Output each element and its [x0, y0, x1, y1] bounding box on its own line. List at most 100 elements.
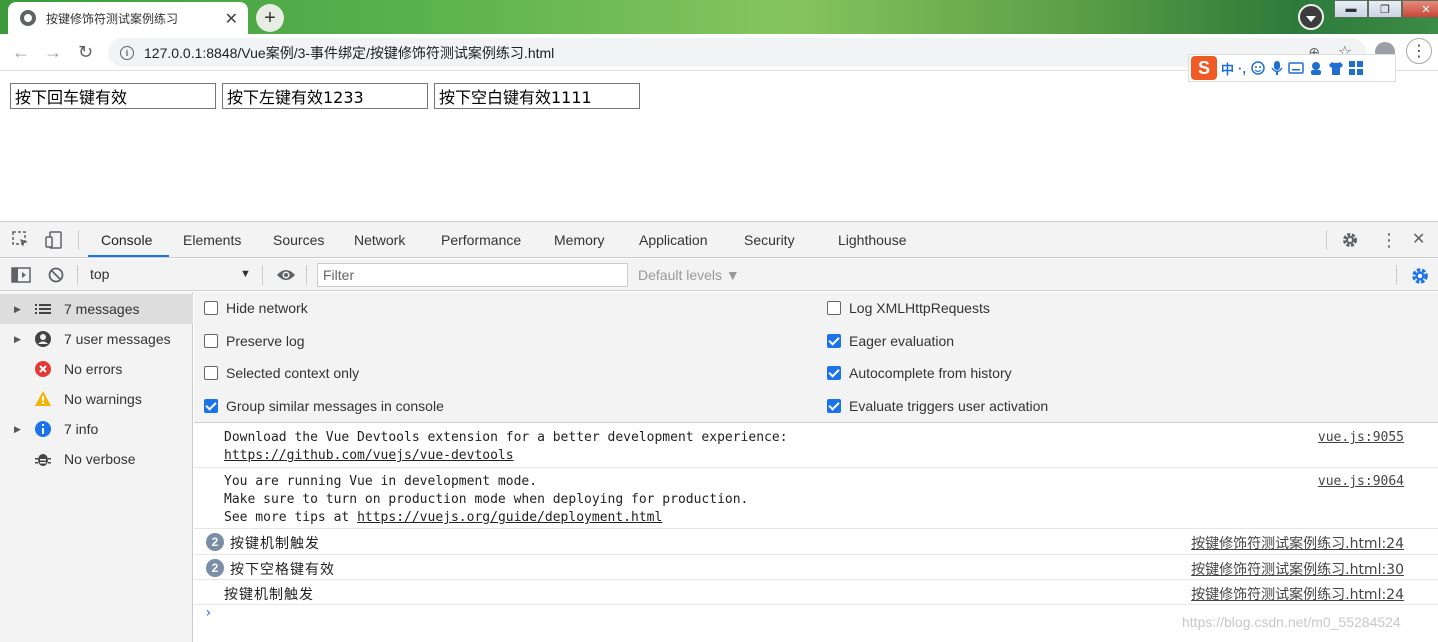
- tab-search-icon[interactable]: [1298, 4, 1324, 30]
- checkbox-box[interactable]: [827, 399, 841, 413]
- eager-evaluation-checkbox[interactable]: Eager evaluation: [827, 333, 954, 349]
- keyboard-icon[interactable]: [1288, 61, 1304, 75]
- evaluate-triggers-checkbox[interactable]: Evaluate triggers user activation: [827, 398, 1048, 414]
- expand-arrow-icon[interactable]: ▶: [14, 304, 21, 315]
- page-content: [0, 72, 1438, 220]
- watermark: https://blog.csdn.net/m0_55284524: [1182, 614, 1401, 630]
- clear-console-icon[interactable]: [48, 267, 64, 283]
- source-link[interactable]: 按键修饰符测试案例练习.html:24: [1191, 533, 1404, 553]
- context-selector[interactable]: top: [90, 266, 109, 282]
- sidebar-item-errors[interactable]: No errors: [0, 354, 193, 384]
- message-link[interactable]: https://vuejs.org/guide/deployment.html: [357, 510, 662, 525]
- checkbox-box[interactable]: [204, 366, 218, 380]
- group-similar-checkbox[interactable]: Group similar messages in console: [204, 398, 444, 414]
- expand-arrow-icon[interactable]: ▶: [14, 334, 21, 345]
- tab-performance[interactable]: Performance: [441, 232, 521, 248]
- minimize-button[interactable]: ▬: [1334, 0, 1368, 18]
- console-prompt[interactable]: ›: [204, 605, 212, 621]
- console-message: You are running Vue in development mode.…: [194, 468, 1438, 529]
- omnibox[interactable]: i 127.0.0.1:8848/Vue案例/3-事件绑定/按键修饰符测试案例练…: [108, 38, 1366, 67]
- live-expression-eye-icon[interactable]: [276, 268, 296, 282]
- browser-menu-icon[interactable]: ⋮: [1406, 38, 1432, 64]
- tab-network[interactable]: Network: [354, 232, 405, 248]
- expand-arrow-icon[interactable]: ▶: [14, 424, 21, 435]
- checkbox-label: Log XMLHttpRequests: [849, 300, 990, 316]
- reload-icon[interactable]: ↻: [78, 42, 93, 63]
- message-text: Make sure to turn on production mode whe…: [224, 492, 749, 507]
- enter-key-input[interactable]: [10, 83, 216, 109]
- checkbox-box[interactable]: [827, 301, 841, 315]
- checkbox-box[interactable]: [827, 334, 841, 348]
- checkbox-label: Selected context only: [226, 365, 360, 381]
- message-text: 按下空格键有效: [230, 562, 335, 578]
- ime-toolbar[interactable]: S 中 ·,: [1188, 54, 1396, 82]
- grid-apps-icon[interactable]: [1348, 60, 1364, 76]
- space-key-input[interactable]: [434, 83, 640, 109]
- console-message: 按键机制触发 按键修饰符测试案例练习.html:24: [194, 580, 1438, 605]
- hide-network-checkbox[interactable]: Hide network: [204, 300, 308, 316]
- browser-tab[interactable]: 按键修饰符测试案例练习 ✕: [8, 2, 248, 34]
- settings-gear-icon[interactable]: [1341, 231, 1359, 249]
- ime-punctuation[interactable]: ·,: [1238, 61, 1246, 76]
- tab-security[interactable]: Security: [744, 232, 795, 248]
- tab-lighthouse[interactable]: Lighthouse: [838, 232, 907, 248]
- inspect-element-icon[interactable]: [12, 231, 30, 249]
- back-arrow-icon[interactable]: ←: [12, 42, 30, 63]
- site-info-icon[interactable]: i: [120, 45, 134, 60]
- preserve-log-checkbox[interactable]: Preserve log: [204, 333, 305, 349]
- checkbox-box[interactable]: [204, 399, 218, 413]
- checkbox-box[interactable]: [827, 366, 841, 380]
- source-link[interactable]: 按键修饰符测试案例练习.html:30: [1191, 559, 1404, 579]
- skin-icon[interactable]: [1308, 60, 1324, 76]
- source-link[interactable]: vue.js:9064: [1318, 474, 1404, 489]
- tab-sources[interactable]: Sources: [273, 232, 324, 248]
- sidebar-item-user-messages[interactable]: ▶ 7 user messages: [0, 324, 193, 354]
- sidebar-item-label: No errors: [64, 361, 123, 377]
- repeat-count-badge: 2: [206, 533, 224, 551]
- source-link[interactable]: vue.js:9055: [1318, 430, 1404, 445]
- filter-input[interactable]: [317, 263, 628, 287]
- checkbox-box[interactable]: [204, 301, 218, 315]
- tab-console[interactable]: Console: [101, 232, 152, 248]
- sidebar-item-messages[interactable]: ▶ 7 messages: [0, 294, 193, 324]
- console-message: 2 按下空格键有效 按键修饰符测试案例练习.html:30: [194, 555, 1438, 580]
- more-options-icon[interactable]: ⋮: [1380, 231, 1398, 249]
- url-text[interactable]: 127.0.0.1:8848/Vue案例/3-事件绑定/按键修饰符测试案例练习.…: [144, 43, 554, 63]
- sidebar-item-info[interactable]: ▶ 7 info: [0, 414, 193, 444]
- console-settings-gear-icon[interactable]: [1410, 266, 1430, 286]
- tab-memory[interactable]: Memory: [554, 232, 605, 248]
- selected-context-checkbox[interactable]: Selected context only: [204, 365, 359, 381]
- source-link[interactable]: 按键修饰符测试案例练习.html:24: [1191, 584, 1404, 604]
- context-dropdown-icon[interactable]: ▼: [240, 268, 251, 280]
- message-link[interactable]: https://github.com/vuejs/vue-devtools: [224, 448, 514, 463]
- autocomplete-history-checkbox[interactable]: Autocomplete from history: [827, 365, 1012, 381]
- device-toolbar-icon[interactable]: [45, 231, 63, 249]
- log-levels-dropdown[interactable]: Default levels ▼: [638, 267, 740, 283]
- console-toolbar: top ▼ Default levels ▼: [0, 259, 1438, 291]
- message-text-prefix: See more tips at: [224, 510, 358, 525]
- sidebar-toggle-icon[interactable]: [11, 267, 31, 283]
- log-xhr-checkbox[interactable]: Log XMLHttpRequests: [827, 300, 990, 316]
- checkbox-box[interactable]: [204, 334, 218, 348]
- sidebar-item-verbose[interactable]: No verbose: [0, 444, 193, 474]
- message-text: You are running Vue in development mode.: [224, 474, 538, 489]
- tab-application[interactable]: Application: [639, 232, 708, 248]
- left-key-input[interactable]: [222, 83, 428, 109]
- shirt-icon[interactable]: [1328, 60, 1344, 76]
- bug-icon: [35, 454, 51, 466]
- close-window-button[interactable]: ✕: [1402, 0, 1438, 18]
- sidebar-item-warnings[interactable]: No warnings: [0, 384, 193, 414]
- ime-chinese-mode[interactable]: 中: [1221, 59, 1234, 78]
- console-message: Download the Vue Devtools extension for …: [194, 424, 1438, 468]
- emoji-icon[interactable]: [1250, 60, 1266, 76]
- sidebar-item-label: 7 info: [64, 421, 99, 437]
- microphone-icon[interactable]: [1270, 60, 1284, 76]
- restore-button[interactable]: ❐: [1368, 0, 1402, 18]
- checkbox-label: Eager evaluation: [849, 333, 955, 349]
- devtools-tabbar: Console Elements Sources Network Perform…: [0, 222, 1438, 258]
- close-devtools-icon[interactable]: ✕: [1412, 231, 1430, 249]
- forward-arrow-icon[interactable]: →: [44, 42, 62, 63]
- tab-close-icon[interactable]: ✕: [225, 9, 238, 29]
- new-tab-button[interactable]: +: [256, 4, 284, 32]
- tab-elements[interactable]: Elements: [183, 232, 241, 248]
